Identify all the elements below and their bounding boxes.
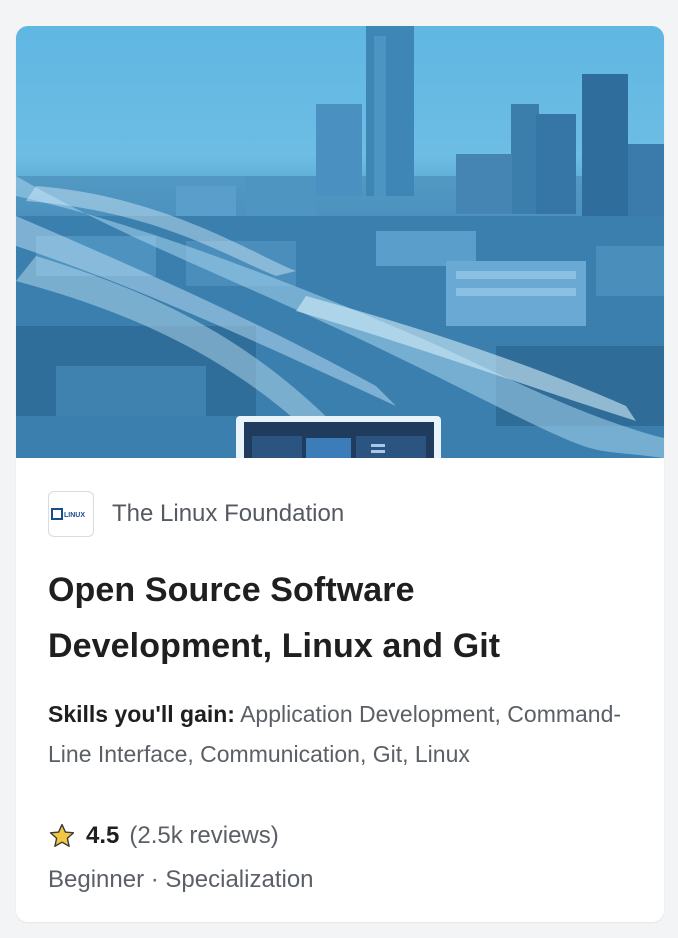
linux-foundation-logo: LINUX — [48, 491, 94, 537]
skills-text: Skills you'll gain: Application Developm… — [48, 694, 632, 774]
course-meta: Beginner · Specialization — [48, 866, 632, 894]
star-icon — [49, 823, 75, 847]
course-title-line-1: Open Source Software — [48, 571, 415, 609]
course-level: Beginner — [48, 866, 145, 893]
partner-row: LINUX The Linux Foundation — [48, 490, 632, 538]
course-title-line-2: Development, Linux and Git — [48, 627, 501, 665]
skills-label: Skills you'll gain: — [48, 701, 235, 727]
meta-separator: · — [150, 866, 159, 893]
review-count: (2.5k reviews) — [129, 822, 279, 849]
course-card-body: LINUX The Linux Foundation Open Source S… — [48, 490, 632, 894]
partner-name: The Linux Foundation — [112, 500, 345, 527]
rating-row: 4.5 (2.5k reviews) — [48, 818, 632, 854]
partner-logo-text: LINUX — [64, 512, 85, 519]
course-title[interactable]: Open Source Software Development, Linux … — [48, 562, 632, 674]
course-card[interactable]: LINUX The Linux Foundation Open Source S… — [16, 26, 664, 922]
course-type: Specialization — [165, 866, 314, 893]
course-hero-image — [16, 26, 664, 458]
rating-value: 4.5 — [86, 822, 120, 849]
